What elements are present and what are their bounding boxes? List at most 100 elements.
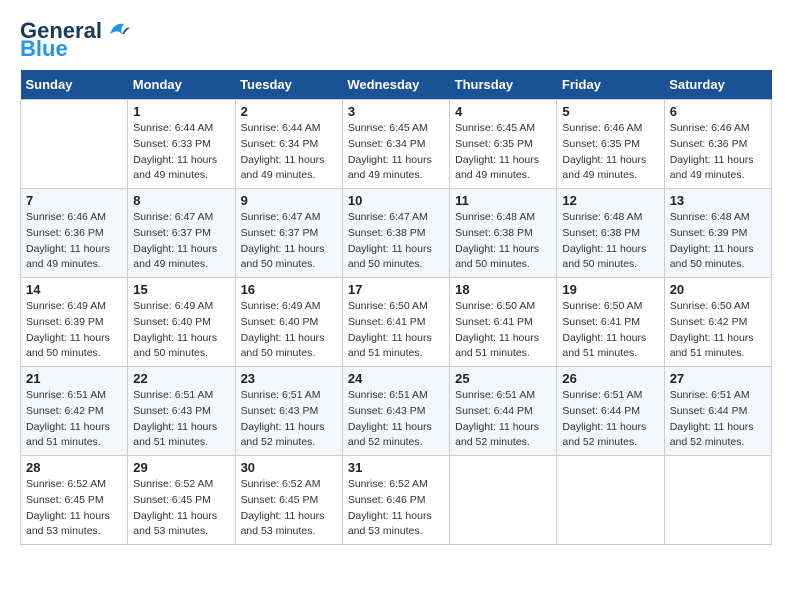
day-number: 2	[241, 104, 337, 119]
day-info: Sunrise: 6:51 AM Sunset: 6:44 PM Dayligh…	[562, 388, 658, 451]
day-number: 28	[26, 460, 122, 475]
day-number: 15	[133, 282, 229, 297]
day-info: Sunrise: 6:50 AM Sunset: 6:42 PM Dayligh…	[670, 299, 766, 362]
day-number: 30	[241, 460, 337, 475]
calendar-cell	[664, 456, 771, 545]
day-info: Sunrise: 6:52 AM Sunset: 6:46 PM Dayligh…	[348, 477, 444, 540]
day-info: Sunrise: 6:50 AM Sunset: 6:41 PM Dayligh…	[562, 299, 658, 362]
day-info: Sunrise: 6:49 AM Sunset: 6:39 PM Dayligh…	[26, 299, 122, 362]
logo: General Blue	[20, 20, 130, 60]
calendar-week-row: 14 Sunrise: 6:49 AM Sunset: 6:39 PM Dayli…	[21, 278, 772, 367]
day-info: Sunrise: 6:47 AM Sunset: 6:38 PM Dayligh…	[348, 210, 444, 273]
day-number: 1	[133, 104, 229, 119]
day-number: 21	[26, 371, 122, 386]
day-number: 16	[241, 282, 337, 297]
calendar-cell: 4 Sunrise: 6:45 AM Sunset: 6:35 PM Daylig…	[450, 100, 557, 189]
day-info: Sunrise: 6:51 AM Sunset: 6:43 PM Dayligh…	[348, 388, 444, 451]
day-info: Sunrise: 6:44 AM Sunset: 6:34 PM Dayligh…	[241, 121, 337, 184]
calendar-cell	[21, 100, 128, 189]
day-number: 10	[348, 193, 444, 208]
calendar-cell: 13 Sunrise: 6:48 AM Sunset: 6:39 PM Dayli…	[664, 189, 771, 278]
calendar-cell: 31 Sunrise: 6:52 AM Sunset: 6:46 PM Dayli…	[342, 456, 449, 545]
weekday-header-thursday: Thursday	[450, 70, 557, 100]
calendar-cell: 20 Sunrise: 6:50 AM Sunset: 6:42 PM Dayli…	[664, 278, 771, 367]
day-number: 27	[670, 371, 766, 386]
day-info: Sunrise: 6:52 AM Sunset: 6:45 PM Dayligh…	[133, 477, 229, 540]
day-number: 14	[26, 282, 122, 297]
calendar-cell: 19 Sunrise: 6:50 AM Sunset: 6:41 PM Dayli…	[557, 278, 664, 367]
day-info: Sunrise: 6:44 AM Sunset: 6:33 PM Dayligh…	[133, 121, 229, 184]
day-info: Sunrise: 6:52 AM Sunset: 6:45 PM Dayligh…	[26, 477, 122, 540]
calendar-cell: 18 Sunrise: 6:50 AM Sunset: 6:41 PM Dayli…	[450, 278, 557, 367]
day-info: Sunrise: 6:46 AM Sunset: 6:36 PM Dayligh…	[26, 210, 122, 273]
weekday-header-sunday: Sunday	[21, 70, 128, 100]
weekday-header-wednesday: Wednesday	[342, 70, 449, 100]
day-info: Sunrise: 6:46 AM Sunset: 6:36 PM Dayligh…	[670, 121, 766, 184]
day-info: Sunrise: 6:48 AM Sunset: 6:38 PM Dayligh…	[455, 210, 551, 273]
day-number: 3	[348, 104, 444, 119]
day-info: Sunrise: 6:51 AM Sunset: 6:44 PM Dayligh…	[455, 388, 551, 451]
calendar-week-row: 21 Sunrise: 6:51 AM Sunset: 6:42 PM Dayli…	[21, 367, 772, 456]
day-info: Sunrise: 6:45 AM Sunset: 6:35 PM Dayligh…	[455, 121, 551, 184]
day-number: 12	[562, 193, 658, 208]
day-info: Sunrise: 6:46 AM Sunset: 6:35 PM Dayligh…	[562, 121, 658, 184]
calendar-cell: 21 Sunrise: 6:51 AM Sunset: 6:42 PM Dayli…	[21, 367, 128, 456]
day-info: Sunrise: 6:50 AM Sunset: 6:41 PM Dayligh…	[348, 299, 444, 362]
day-number: 29	[133, 460, 229, 475]
day-number: 17	[348, 282, 444, 297]
day-info: Sunrise: 6:47 AM Sunset: 6:37 PM Dayligh…	[133, 210, 229, 273]
calendar-cell: 1 Sunrise: 6:44 AM Sunset: 6:33 PM Daylig…	[128, 100, 235, 189]
day-info: Sunrise: 6:45 AM Sunset: 6:34 PM Dayligh…	[348, 121, 444, 184]
day-number: 5	[562, 104, 658, 119]
day-number: 7	[26, 193, 122, 208]
weekday-header-friday: Friday	[557, 70, 664, 100]
calendar-cell: 26 Sunrise: 6:51 AM Sunset: 6:44 PM Dayli…	[557, 367, 664, 456]
weekday-header-saturday: Saturday	[664, 70, 771, 100]
calendar-cell	[450, 456, 557, 545]
calendar-cell: 14 Sunrise: 6:49 AM Sunset: 6:39 PM Dayli…	[21, 278, 128, 367]
day-number: 19	[562, 282, 658, 297]
calendar-cell: 16Sunrise: 6:49 AM Sunset: 6:40 PM Dayli…	[235, 278, 342, 367]
day-number: 8	[133, 193, 229, 208]
day-number: 26	[562, 371, 658, 386]
logo-bird-icon	[104, 20, 130, 38]
weekday-header-monday: Monday	[128, 70, 235, 100]
calendar-cell: 11Sunrise: 6:48 AM Sunset: 6:38 PM Dayli…	[450, 189, 557, 278]
calendar-cell: 30Sunrise: 6:52 AM Sunset: 6:45 PM Dayli…	[235, 456, 342, 545]
calendar-cell: 12 Sunrise: 6:48 AM Sunset: 6:38 PM Dayli…	[557, 189, 664, 278]
calendar-cell: 6 Sunrise: 6:46 AM Sunset: 6:36 PM Daylig…	[664, 100, 771, 189]
calendar-cell: 25 Sunrise: 6:51 AM Sunset: 6:44 PM Dayli…	[450, 367, 557, 456]
calendar-cell: 27Sunrise: 6:51 AM Sunset: 6:44 PM Dayli…	[664, 367, 771, 456]
day-number: 4	[455, 104, 551, 119]
calendar-table: SundayMondayTuesdayWednesdayThursdayFrid…	[20, 70, 772, 545]
day-info: Sunrise: 6:51 AM Sunset: 6:42 PM Dayligh…	[26, 388, 122, 451]
calendar-cell: 22Sunrise: 6:51 AM Sunset: 6:43 PM Dayli…	[128, 367, 235, 456]
day-info: Sunrise: 6:47 AM Sunset: 6:37 PM Dayligh…	[241, 210, 337, 273]
day-info: Sunrise: 6:51 AM Sunset: 6:43 PM Dayligh…	[133, 388, 229, 451]
calendar-cell: 9 Sunrise: 6:47 AM Sunset: 6:37 PM Daylig…	[235, 189, 342, 278]
day-number: 9	[241, 193, 337, 208]
calendar-week-row: 28 Sunrise: 6:52 AM Sunset: 6:45 PM Dayli…	[21, 456, 772, 545]
weekday-header-tuesday: Tuesday	[235, 70, 342, 100]
calendar-cell: 28 Sunrise: 6:52 AM Sunset: 6:45 PM Dayli…	[21, 456, 128, 545]
day-info: Sunrise: 6:50 AM Sunset: 6:41 PM Dayligh…	[455, 299, 551, 362]
day-number: 25	[455, 371, 551, 386]
day-info: Sunrise: 6:48 AM Sunset: 6:39 PM Dayligh…	[670, 210, 766, 273]
day-number: 24	[348, 371, 444, 386]
header: General Blue	[20, 20, 772, 60]
calendar-cell: 15 Sunrise: 6:49 AM Sunset: 6:40 PM Dayli…	[128, 278, 235, 367]
day-number: 6	[670, 104, 766, 119]
calendar-week-row: 7 Sunrise: 6:46 AM Sunset: 6:36 PM Daylig…	[21, 189, 772, 278]
day-number: 18	[455, 282, 551, 297]
day-info: Sunrise: 6:49 AM Sunset: 6:40 PM Dayligh…	[133, 299, 229, 362]
day-number: 20	[670, 282, 766, 297]
day-number: 31	[348, 460, 444, 475]
logo-blue-text: Blue	[20, 38, 68, 60]
calendar-cell	[557, 456, 664, 545]
calendar-cell: 5 Sunrise: 6:46 AM Sunset: 6:35 PM Daylig…	[557, 100, 664, 189]
calendar-cell: 2 Sunrise: 6:44 AM Sunset: 6:34 PM Daylig…	[235, 100, 342, 189]
day-info: Sunrise: 6:51 AM Sunset: 6:43 PM Dayligh…	[241, 388, 337, 451]
calendar-cell: 7 Sunrise: 6:46 AM Sunset: 6:36 PM Daylig…	[21, 189, 128, 278]
day-number: 13	[670, 193, 766, 208]
day-info: Sunrise: 6:48 AM Sunset: 6:38 PM Dayligh…	[562, 210, 658, 273]
